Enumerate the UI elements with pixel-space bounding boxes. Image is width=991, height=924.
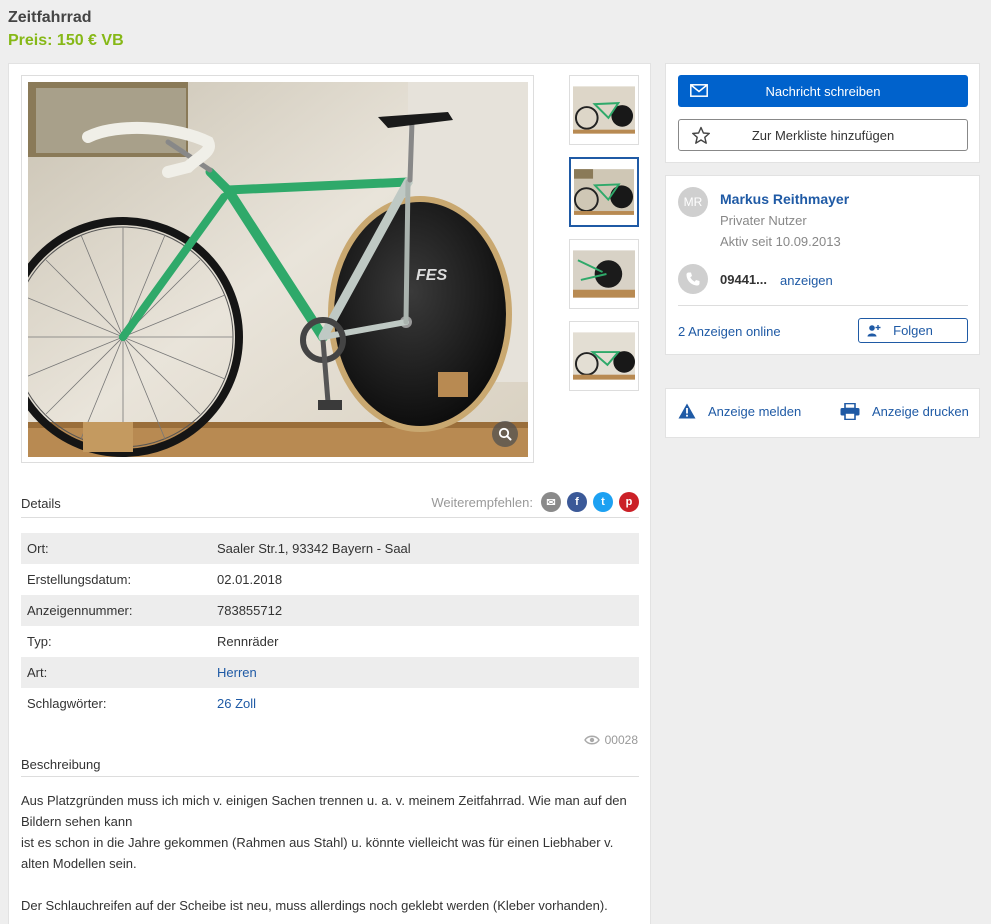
write-message-label: Nachricht schreiben (765, 83, 881, 99)
detail-value: Saaler Str.1, 93342 Bayern - Saal (217, 541, 411, 556)
description-paragraph: ist es schon in die Jahre gekommen (Rahm… (21, 835, 614, 871)
detail-key: Schlagwörter: (27, 696, 107, 711)
actions-card: Nachricht schreiben Zur Merkliste hinzuf… (665, 63, 980, 163)
table-row: Anzeigennummer: 783855712 (21, 595, 639, 626)
seller-card: MR Markus Reithmayer Privater Nutzer Akt… (665, 175, 980, 355)
bicycle-photo: FES (28, 82, 528, 457)
ad-main-card: FES Details Weiterempfehlen: ✉ f t p Ort… (8, 63, 651, 924)
table-row: Erstellungsdatum: 02.01.2018 (21, 564, 639, 595)
details-heading: Details (21, 496, 61, 511)
seller-type: Privater Nutzer (720, 213, 807, 228)
follow-button[interactable]: Folgen (858, 318, 968, 343)
ads-online-link[interactable]: 2 Anzeigen online (678, 324, 781, 339)
follow-user-icon (867, 325, 881, 337)
thumbnail-image (573, 250, 635, 298)
detail-key: Art: (27, 665, 48, 680)
detail-value: Rennräder (217, 634, 279, 649)
detail-key: Anzeigennummer: (27, 603, 133, 618)
printer-icon (840, 403, 860, 420)
detail-link-tags[interactable]: 26 Zoll (217, 696, 256, 711)
follow-label: Folgen (893, 323, 933, 338)
table-row: Schlagwörter: 26 Zoll (21, 688, 639, 719)
print-ad-label: Anzeige drucken (872, 404, 969, 419)
main-image[interactable]: FES (28, 82, 528, 457)
share-facebook-icon[interactable]: f (567, 492, 587, 512)
seller-active-since: Aktiv seit 10.09.2013 (720, 234, 841, 249)
thumbnail-image (573, 332, 635, 380)
thumbnail-1[interactable] (569, 75, 639, 145)
seller-name[interactable]: Markus Reithmayer (720, 191, 849, 207)
thumbnail-2[interactable] (569, 157, 639, 227)
watchlist-label: Zur Merkliste hinzufügen (751, 127, 895, 143)
show-phone-link[interactable]: anzeigen (780, 273, 833, 288)
ad-title: Zeitfahrrad (8, 9, 92, 26)
zoom-button[interactable] (492, 421, 518, 447)
description-heading: Beschreibung (21, 757, 101, 772)
description-paragraph: Der Schlauchreifen auf der Scheibe ist n… (21, 898, 608, 913)
phone-number: 09441... (720, 272, 767, 287)
details-header: Details Weiterempfehlen: ✉ f t p (21, 482, 639, 518)
detail-value: 783855712 (217, 603, 283, 618)
add-to-watchlist-button[interactable]: Zur Merkliste hinzufügen (678, 119, 968, 151)
phone-icon (678, 264, 708, 294)
report-print-card: Anzeige melden Anzeige drucken (665, 388, 980, 438)
share-pinterest-icon[interactable]: p (619, 492, 639, 512)
share-email-icon[interactable]: ✉ (541, 492, 561, 512)
table-row: Ort: Saaler Str.1, 93342 Bayern - Saal (21, 533, 639, 564)
details-table: Ort: Saaler Str.1, 93342 Bayern - Saal E… (21, 533, 639, 719)
print-ad-link[interactable]: Anzeige drucken (840, 403, 969, 420)
svg-text:FES: FES (416, 267, 447, 284)
thumbnail-4[interactable] (569, 321, 639, 391)
divider (678, 305, 968, 306)
detail-value: 02.01.2018 (217, 572, 283, 587)
table-row: Art: Herren (21, 657, 639, 688)
write-message-button[interactable]: Nachricht schreiben (678, 75, 968, 107)
phone-glyph (686, 272, 700, 286)
detail-key: Erstellungsdatum: (27, 572, 132, 587)
thumbnail-list (569, 75, 639, 403)
detail-key: Ort: (27, 541, 49, 556)
report-ad-label: Anzeige melden (708, 403, 802, 419)
avatar: MR (678, 187, 708, 217)
description-text: Aus Platzgründen muss ich mich v. einige… (21, 790, 639, 916)
report-ad-link[interactable]: Anzeige melden (678, 403, 801, 419)
share-label: Weiterempfehlen: (431, 494, 533, 510)
main-image-frame[interactable]: FES (21, 75, 534, 463)
detail-link-art[interactable]: Herren (217, 665, 257, 680)
ad-price: Preis: 150 € VB (8, 32, 124, 49)
star-icon (692, 126, 710, 144)
description-paragraph: Aus Platzgründen muss ich mich v. einige… (21, 793, 627, 829)
thumbnail-image (574, 169, 634, 215)
thumbnail-3[interactable] (569, 239, 639, 309)
description-paragraph (21, 874, 639, 895)
thumbnail-image (573, 86, 635, 134)
description-header: Beschreibung (21, 741, 639, 777)
table-row: Typ: Rennräder (21, 626, 639, 657)
mail-icon (690, 84, 708, 97)
share-twitter-icon[interactable]: t (593, 492, 613, 512)
warning-icon (678, 403, 696, 419)
detail-key: Typ: (27, 634, 52, 649)
share-bar: Weiterempfehlen: ✉ f t p (431, 492, 639, 512)
zoom-icon (498, 427, 512, 441)
